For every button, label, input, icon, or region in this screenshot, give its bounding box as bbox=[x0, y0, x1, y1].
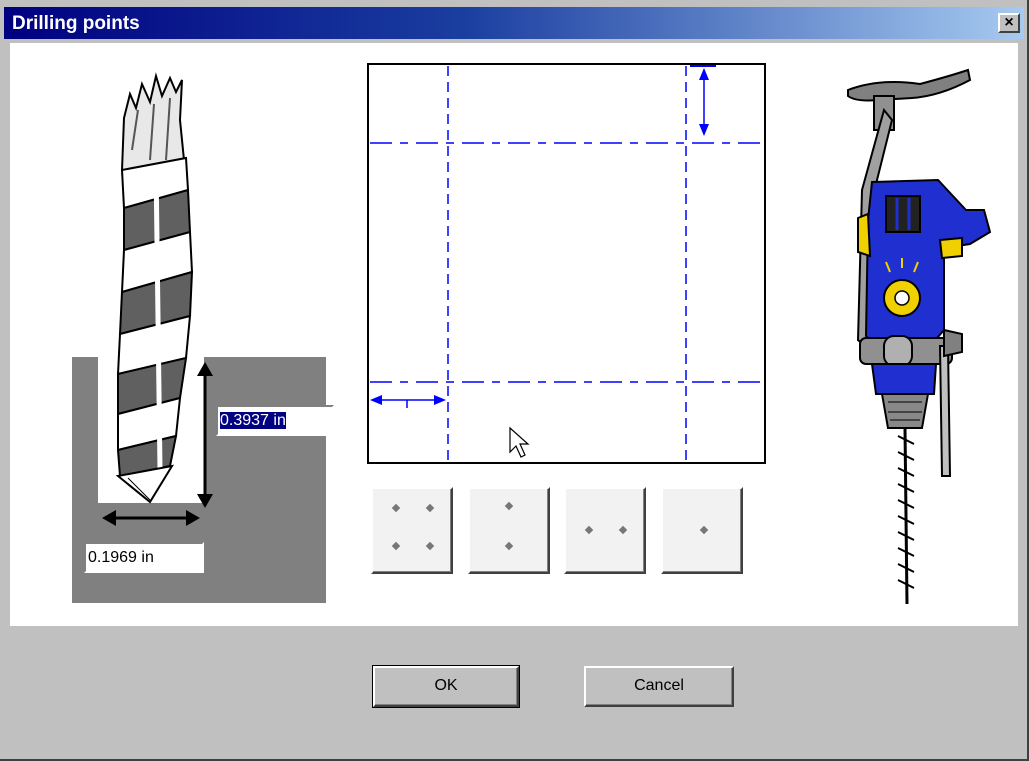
drilling-points-dialog: Drilling points × 0.3937 in 0.1969 in OK… bbox=[0, 0, 1029, 761]
two-points-vertical-button[interactable] bbox=[468, 487, 550, 574]
drill-bit-illustration bbox=[102, 72, 213, 526]
cancel-label: Cancel bbox=[634, 677, 684, 694]
ok-label: OK bbox=[434, 677, 458, 694]
cancel-button[interactable]: Cancel bbox=[584, 666, 734, 707]
close-button[interactable]: × bbox=[998, 13, 1020, 33]
single-point-button[interactable] bbox=[661, 487, 743, 574]
depth-field[interactable]: 0.3937 in bbox=[216, 405, 334, 436]
four-points-button[interactable] bbox=[371, 487, 453, 574]
title-bar[interactable]: Drilling points × bbox=[4, 7, 1024, 39]
close-icon: × bbox=[1004, 14, 1014, 31]
diameter-field[interactable]: 0.1969 in bbox=[84, 542, 204, 573]
two-points-horizontal-button[interactable] bbox=[564, 487, 646, 574]
drilling-preview[interactable] bbox=[367, 63, 766, 464]
window-title: Drilling points bbox=[12, 13, 140, 34]
power-drill-icon bbox=[847, 68, 992, 605]
depth-value: 0.3937 in bbox=[220, 412, 286, 429]
ok-button[interactable]: OK bbox=[372, 665, 520, 708]
diameter-value: 0.1969 in bbox=[88, 549, 154, 566]
